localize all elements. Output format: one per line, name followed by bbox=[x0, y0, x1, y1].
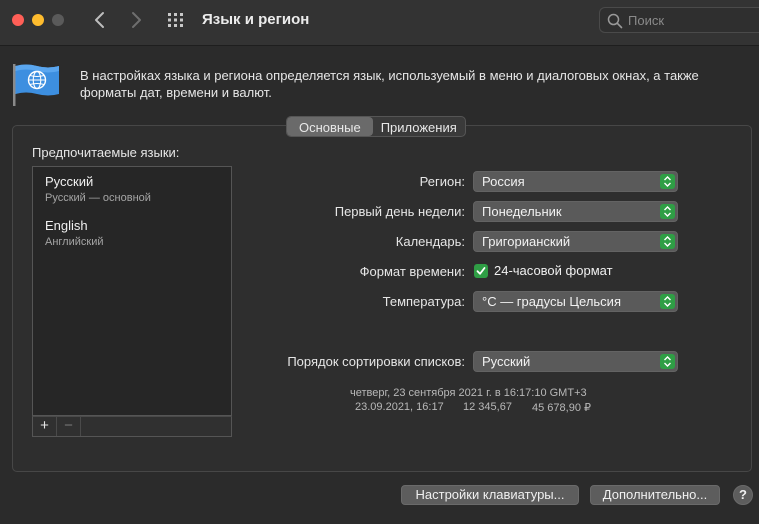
help-button[interactable]: ? bbox=[733, 485, 753, 505]
search-field[interactable] bbox=[599, 7, 759, 33]
first-day-label: Первый день недели: bbox=[334, 204, 465, 219]
title-bar: Язык и регион bbox=[0, 0, 759, 46]
tab-bar: Основные Приложения bbox=[286, 116, 466, 137]
add-language-button[interactable]: + bbox=[33, 417, 57, 436]
first-day-popup[interactable]: Понедельник bbox=[473, 201, 678, 222]
zoom-window-button[interactable] bbox=[52, 14, 64, 26]
keyboard-settings-button[interactable]: Настройки клавиатуры... bbox=[401, 485, 579, 505]
24-hour-checkbox[interactable] bbox=[474, 264, 488, 278]
advanced-button[interactable]: Дополнительно... bbox=[590, 485, 720, 505]
forward-button[interactable] bbox=[126, 9, 146, 31]
grid-icon bbox=[168, 13, 183, 27]
region-value: Россия bbox=[482, 174, 525, 189]
language-subtitle: Русский — основной bbox=[45, 192, 151, 204]
tab-apps[interactable]: Приложения bbox=[373, 117, 465, 136]
sample-short-date: 23.09.2021, 16:17 bbox=[355, 401, 444, 413]
sort-order-popup[interactable]: Русский bbox=[473, 351, 678, 372]
description-text: В настройках языка и региона определяетс… bbox=[80, 68, 699, 100]
sort-order-value: Русский bbox=[482, 354, 531, 369]
language-name: Русский bbox=[45, 174, 94, 189]
sample-long-date: четверг, 23 сентября 2021 г. в 16:17:10 … bbox=[350, 387, 587, 399]
language-list-toolbar: + − bbox=[32, 416, 232, 437]
sample-currency: 45 678,90 ₽ bbox=[532, 402, 591, 414]
region-popup[interactable]: Россия bbox=[473, 171, 678, 192]
24-hour-checkbox-label[interactable]: 24-часовой формат bbox=[494, 263, 613, 278]
language-name: English bbox=[45, 218, 88, 233]
time-format-label: Формат времени: bbox=[359, 264, 465, 279]
search-icon bbox=[607, 13, 623, 29]
sample-number: 12 345,67 bbox=[463, 401, 512, 413]
list-item[interactable]: English Английский bbox=[45, 218, 104, 248]
preferred-languages-label: Предпочитаемые языки: bbox=[32, 145, 180, 160]
temperature-value: °C — градусы Цельсия bbox=[482, 294, 621, 309]
tab-general[interactable]: Основные bbox=[287, 117, 373, 136]
updown-chevron-icon bbox=[660, 294, 675, 309]
calendar-label: Календарь: bbox=[395, 234, 465, 249]
updown-chevron-icon bbox=[660, 204, 675, 219]
window-title: Язык и регион bbox=[202, 11, 310, 28]
chevron-right-icon bbox=[132, 12, 141, 28]
close-window-button[interactable] bbox=[12, 14, 24, 26]
sort-order-label: Порядок сортировки списков: bbox=[287, 354, 465, 369]
calendar-value: Григорианский bbox=[482, 234, 571, 249]
first-day-value: Понедельник bbox=[482, 204, 562, 219]
checkmark-icon bbox=[476, 267, 486, 275]
minimize-window-button[interactable] bbox=[32, 14, 44, 26]
remove-language-button[interactable]: − bbox=[57, 417, 81, 436]
region-label: Регион: bbox=[419, 174, 465, 189]
temperature-popup[interactable]: °C — градусы Цельсия bbox=[473, 291, 678, 312]
globe-flag-icon bbox=[11, 62, 61, 106]
updown-chevron-icon bbox=[660, 174, 675, 189]
updown-chevron-icon bbox=[660, 234, 675, 249]
calendar-popup[interactable]: Григорианский bbox=[473, 231, 678, 252]
temperature-label: Температура: bbox=[382, 294, 465, 309]
chevron-left-icon bbox=[95, 12, 104, 28]
search-input[interactable] bbox=[628, 11, 748, 29]
back-button[interactable] bbox=[90, 9, 110, 31]
list-item[interactable]: Русский Русский — основной bbox=[45, 174, 151, 204]
language-list[interactable]: Русский Русский — основной English Англи… bbox=[32, 166, 232, 416]
language-subtitle: Английский bbox=[45, 236, 104, 248]
show-all-button[interactable] bbox=[167, 12, 187, 28]
updown-chevron-icon bbox=[660, 354, 675, 369]
